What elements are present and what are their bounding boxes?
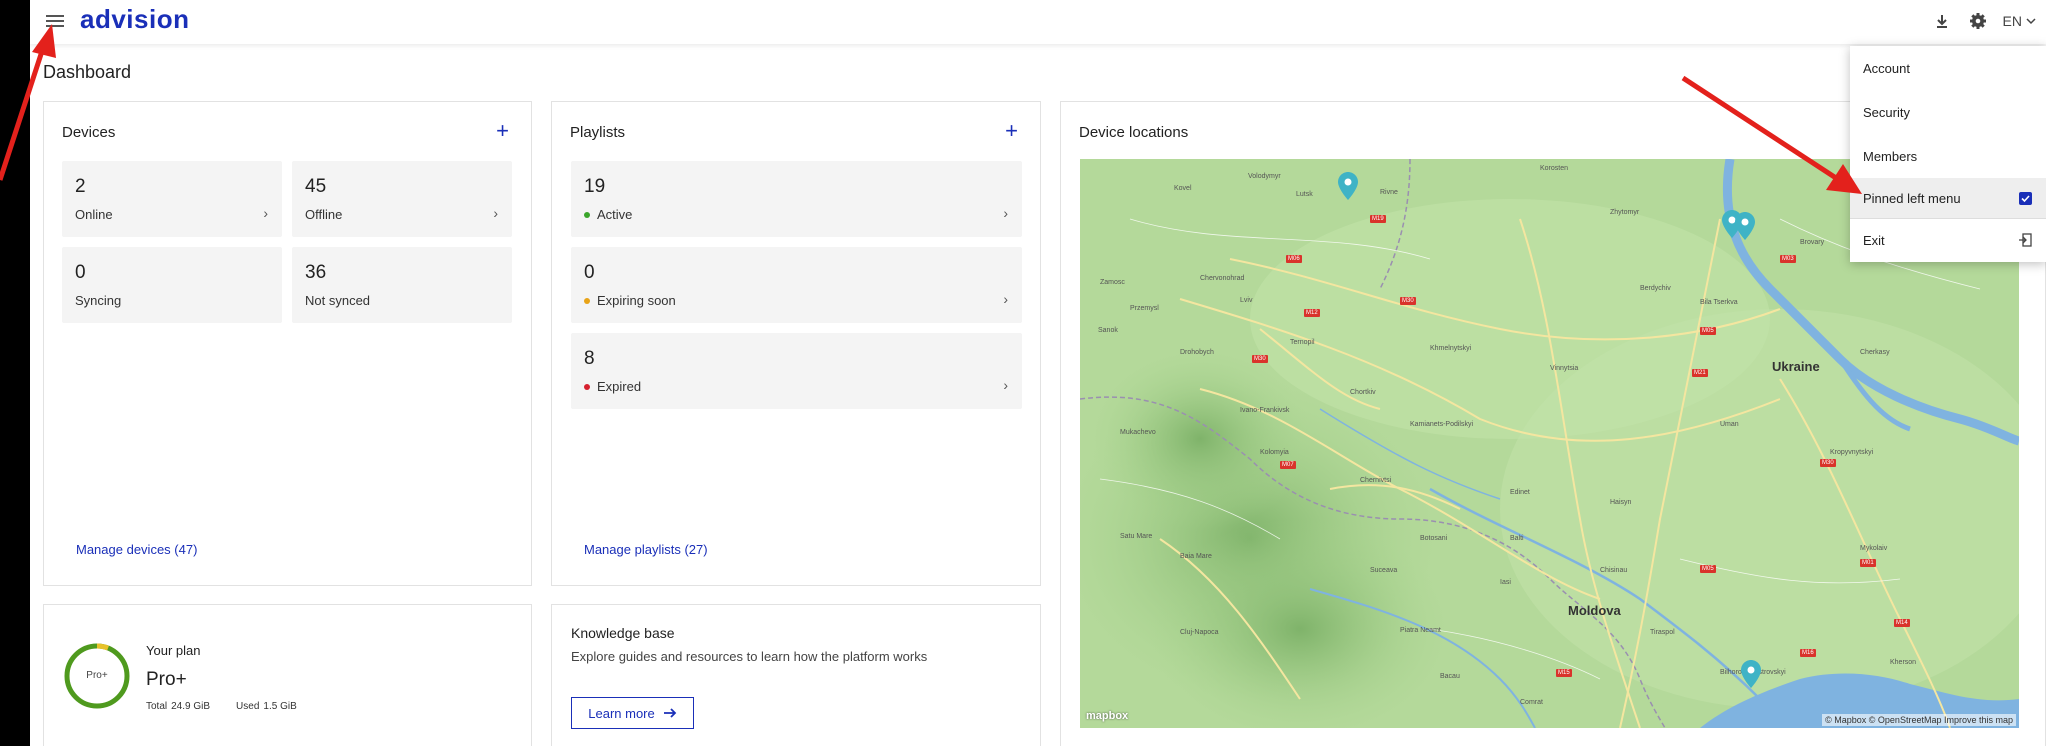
- menu-label: Security: [1863, 104, 1910, 120]
- plan-label: Your plan: [146, 643, 201, 658]
- menu-item-members[interactable]: Members: [1850, 136, 2046, 176]
- menu-item-pinned-left-menu[interactable]: Pinned left menu: [1850, 178, 2046, 218]
- language-label: EN: [2002, 13, 2022, 29]
- playlists-title: Playlists: [570, 124, 626, 141]
- menu-item-exit[interactable]: Exit: [1850, 220, 2046, 260]
- devices-not-synced-tile: 36 Not synced: [292, 247, 512, 323]
- map-pin-odesa[interactable]: [1740, 659, 1762, 689]
- arrow-right-icon: [663, 708, 677, 718]
- tile-value: 36: [305, 262, 327, 283]
- devices-offline-tile[interactable]: 45 Offline ›: [292, 161, 512, 237]
- tile-label: Offline: [305, 207, 343, 222]
- used-value: 1.5 GiB: [263, 701, 297, 712]
- devices-card: Devices + 2 Online › 45 Offline › 0 Sync…: [43, 101, 532, 586]
- menu-label: Pinned left menu: [1863, 190, 1961, 206]
- language-selector[interactable]: EN: [2003, 13, 2036, 29]
- exit-icon: [2019, 233, 2032, 247]
- learn-more-label: Learn more: [588, 705, 655, 721]
- tile-label-text: Expiring soon: [597, 293, 676, 308]
- map-pin-lutsk[interactable]: [1337, 171, 1359, 201]
- playlists-card: Playlists + 19 Active › 0 Expiring soon …: [551, 101, 1041, 586]
- playlists-expiring-tile[interactable]: 0 Expiring soon ›: [571, 247, 1022, 323]
- devices-title: Devices: [62, 124, 116, 141]
- status-dot: [584, 383, 590, 390]
- tile-label: Expiring soon: [584, 293, 676, 308]
- map-label-moldova: Moldova: [1568, 603, 1621, 618]
- tile-label: Syncing: [75, 293, 122, 308]
- knowledge-base-card: Knowledge base Explore guides and resour…: [551, 604, 1041, 746]
- chevron-right-icon: ›: [263, 205, 268, 221]
- total-label: Total: [146, 701, 168, 712]
- tile-value: 8: [584, 348, 595, 369]
- tile-value: 0: [584, 262, 595, 283]
- map-pin-kyiv-2[interactable]: [1734, 211, 1756, 241]
- top-actions: EN: [1931, 10, 2036, 32]
- top-bar: advision EN: [30, 0, 2046, 44]
- plan-storage: Total 24.9 GiB Used 1.5 GiB: [146, 701, 297, 712]
- map-label-ukraine: Ukraine: [1772, 359, 1820, 374]
- manage-devices-link[interactable]: Manage devices (47): [76, 542, 197, 557]
- add-device-button[interactable]: +: [496, 120, 509, 142]
- chevron-right-icon: ›: [1003, 291, 1008, 307]
- menu-item-account[interactable]: Account: [1850, 48, 2046, 88]
- chevron-right-icon: ›: [493, 205, 498, 221]
- tile-value: 2: [75, 176, 86, 197]
- tile-value: 0: [75, 262, 86, 283]
- devices-online-tile[interactable]: 2 Online ›: [62, 161, 282, 237]
- chevron-right-icon: ›: [1003, 205, 1008, 221]
- mapbox-logo[interactable]: mapbox: [1086, 710, 1128, 722]
- menu-label: Exit: [1863, 232, 1885, 248]
- playlists-expired-tile[interactable]: 8 Expired ›: [571, 333, 1022, 409]
- plan-name: Pro+: [146, 669, 187, 690]
- chevron-right-icon: ›: [1003, 377, 1008, 393]
- checkbox-checked-icon[interactable]: [2019, 191, 2032, 205]
- left-black-strip: [0, 0, 30, 746]
- learn-more-button[interactable]: Learn more: [571, 697, 694, 729]
- map-attribution[interactable]: © Mapbox © OpenStreetMap Improve this ma…: [1822, 714, 2016, 726]
- menu-label: Account: [1863, 60, 1910, 76]
- tile-label-text: Expired: [597, 379, 642, 394]
- tile-label-text: Active: [597, 207, 633, 222]
- tile-label: Expired: [584, 379, 641, 394]
- tile-label: Online: [75, 207, 113, 222]
- chevron-down-icon: [2026, 18, 2036, 25]
- tile-value: 45: [305, 176, 327, 197]
- manage-playlists-link[interactable]: Manage playlists (27): [584, 542, 708, 557]
- devices-syncing-tile: 0 Syncing: [62, 247, 282, 323]
- status-dot: [584, 297, 590, 304]
- gear-icon[interactable]: [1967, 10, 1989, 32]
- status-dot: [584, 211, 590, 218]
- tile-value: 19: [584, 176, 606, 197]
- used-label: Used: [236, 701, 260, 712]
- download-icon[interactable]: [1931, 10, 1953, 32]
- total-value: 24.9 GiB: [171, 701, 211, 712]
- tile-label: Not synced: [305, 293, 371, 308]
- tile-label: Active: [584, 207, 632, 222]
- device-locations-title: Device locations: [1079, 124, 1189, 141]
- menu-divider: [1850, 218, 2046, 219]
- app-logo[interactable]: advision: [80, 4, 189, 35]
- menu-item-security[interactable]: Security: [1850, 92, 2046, 132]
- add-playlist-button[interactable]: +: [1005, 120, 1018, 142]
- hamburger-menu-icon[interactable]: [46, 12, 64, 30]
- menu-label: Members: [1863, 148, 1918, 164]
- page-title: Dashboard: [43, 62, 132, 82]
- ring-label: Pro+: [86, 670, 108, 681]
- knowledge-title: Knowledge base: [571, 625, 675, 641]
- playlists-active-tile[interactable]: 19 Active ›: [571, 161, 1022, 237]
- user-menu-dropdown: Account Security Members Pinned left men…: [1850, 46, 2046, 262]
- knowledge-description: Explore guides and resources to learn ho…: [571, 649, 928, 664]
